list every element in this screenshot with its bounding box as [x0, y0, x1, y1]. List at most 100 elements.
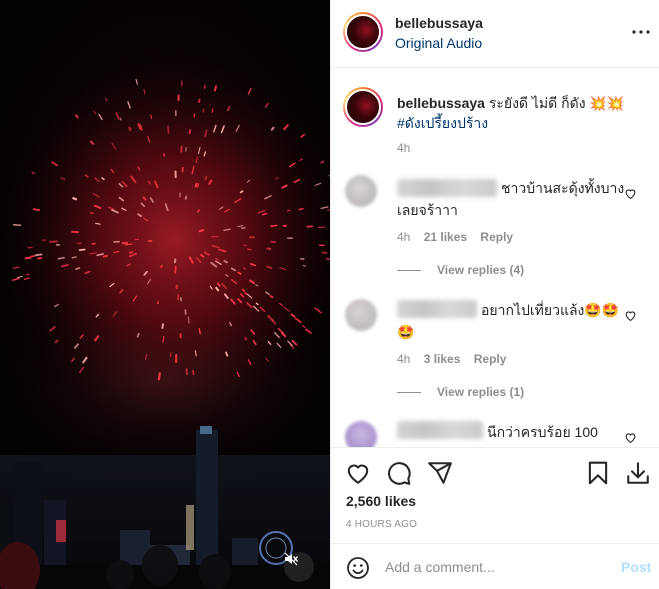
view-replies-label: View replies (1) — [437, 385, 525, 399]
save-bookmark-icon[interactable] — [585, 460, 611, 486]
caption-username[interactable]: bellebussaya — [397, 95, 485, 111]
firework-spark — [24, 256, 32, 260]
comment-likes[interactable]: 3 likes — [424, 352, 461, 366]
firework-spark — [187, 316, 190, 324]
share-paper-plane-icon[interactable] — [427, 460, 453, 486]
firework-spark — [302, 264, 307, 267]
comment-bubble-icon[interactable] — [386, 460, 412, 486]
comments-section[interactable]: bellebussaya ระยังดี ไม่ดี ก็ดัง 💥💥 #ดังเ… — [331, 69, 659, 447]
firework-spark — [89, 211, 94, 215]
post-timestamp[interactable]: 4 HOURS AGO — [346, 519, 417, 530]
firework-spark — [160, 264, 163, 269]
author-avatar[interactable] — [343, 12, 383, 52]
firework-spark — [31, 171, 36, 175]
firework-spark — [54, 339, 59, 344]
firework-spark — [167, 125, 170, 134]
firework-spark — [216, 282, 221, 287]
firework-spark — [226, 106, 231, 112]
volume-muted-icon — [284, 552, 298, 566]
post-caption: bellebussaya ระยังดี ไม่ดี ก็ดัง 💥💥 #ดังเ… — [397, 93, 652, 133]
commenter-avatar[interactable] — [345, 175, 377, 207]
author-username[interactable]: bellebussaya — [395, 15, 483, 31]
comment-time[interactable]: 4h — [397, 230, 410, 244]
comment-meta: 4h 21 likes Reply — [397, 230, 523, 244]
post-comment-button[interactable]: Post — [621, 559, 651, 575]
firework-spark — [223, 228, 231, 232]
firework-spark — [161, 323, 165, 329]
firework-spark — [204, 176, 208, 181]
firework-spark — [57, 256, 65, 260]
comment-text: นีกว่าครบร้อย 100 — [487, 424, 598, 440]
firework-spark — [239, 190, 244, 194]
firework-spark — [75, 267, 81, 271]
emoji-smiley-icon[interactable] — [346, 556, 370, 580]
firework-spark — [269, 295, 274, 299]
caption-author-avatar[interactable] — [343, 87, 383, 127]
reply-button[interactable]: Reply — [474, 352, 507, 366]
firework-spark — [270, 126, 275, 131]
firework-spark — [136, 332, 140, 338]
firework-spark — [162, 335, 165, 343]
like-comment-heart-icon[interactable] — [624, 431, 637, 444]
firework-spark — [223, 259, 229, 264]
firework-spark — [78, 248, 86, 252]
firework-spark — [287, 209, 291, 212]
post-header: bellebussaya Original Audio — [331, 0, 659, 68]
firework-spark — [37, 257, 43, 260]
firework-spark — [128, 126, 132, 131]
firework-spark — [298, 207, 304, 211]
caption-time[interactable]: 4h — [397, 141, 410, 155]
replies-divider — [397, 269, 421, 271]
view-replies-button[interactable]: View replies (1) — [397, 385, 524, 399]
more-options-icon[interactable] — [631, 22, 651, 42]
firework-spark — [241, 288, 246, 293]
comment-meta: 4h 3 likes Reply — [397, 352, 516, 366]
firework-spark — [215, 286, 220, 292]
firework-spark — [72, 197, 78, 201]
reply-button[interactable]: Reply — [480, 230, 513, 244]
audio-link[interactable]: Original Audio — [395, 35, 482, 51]
like-heart-icon[interactable] — [345, 460, 371, 486]
firework-spark — [75, 114, 79, 119]
firework-spark — [34, 253, 43, 257]
commenter-avatar[interactable] — [345, 299, 377, 331]
post-video[interactable] — [0, 0, 330, 589]
firework-spark — [12, 223, 22, 227]
firework-spark — [157, 372, 161, 381]
firework-spark — [198, 229, 205, 233]
replies-divider — [397, 391, 421, 393]
comment-input[interactable] — [385, 555, 605, 579]
firework-spark — [25, 273, 30, 276]
commenter-avatar[interactable] — [345, 421, 377, 447]
add-comment-bar: Post — [331, 543, 659, 589]
download-icon[interactable] — [625, 460, 651, 486]
firework-spark — [119, 117, 122, 121]
view-replies-label: View replies (4) — [437, 263, 525, 277]
caption-hashtag[interactable]: #ดังเปรี้ยงปร้าง — [397, 115, 488, 131]
firework-spark — [237, 271, 242, 275]
view-replies-button[interactable]: View replies (4) — [397, 263, 524, 277]
firework-spark — [142, 196, 147, 201]
like-comment-heart-icon[interactable] — [624, 309, 637, 322]
firework-spark — [214, 85, 217, 92]
firework-spark — [211, 108, 214, 113]
mute-button[interactable] — [284, 552, 314, 582]
firework-spark — [244, 336, 248, 341]
firework-spark — [194, 350, 197, 357]
firework-spark — [157, 300, 160, 305]
like-comment-heart-icon[interactable] — [624, 187, 637, 200]
firework-spark — [102, 254, 108, 258]
firework-spark — [225, 351, 229, 357]
post-side-panel: bellebussaya Original Audio bellebussaya… — [330, 0, 659, 589]
likes-count[interactable]: 2,560 likes — [346, 493, 416, 509]
firework-spark — [95, 222, 101, 225]
firework-spark — [246, 248, 252, 251]
firework-spark — [317, 226, 326, 229]
firework-spark — [320, 160, 325, 164]
comment-time[interactable]: 4h — [397, 352, 410, 366]
caption-text: ระยังดี ไม่ดี ก็ดัง 💥💥 — [484, 95, 625, 111]
comment-text: ชาวบ้านสะดุ้งทั้งบางเลยจร้าาา — [397, 180, 625, 218]
firework-spark — [270, 224, 278, 228]
comment-likes[interactable]: 21 likes — [424, 230, 467, 244]
post-actions: 2,560 likes 4 HOURS AGO — [331, 447, 659, 542]
